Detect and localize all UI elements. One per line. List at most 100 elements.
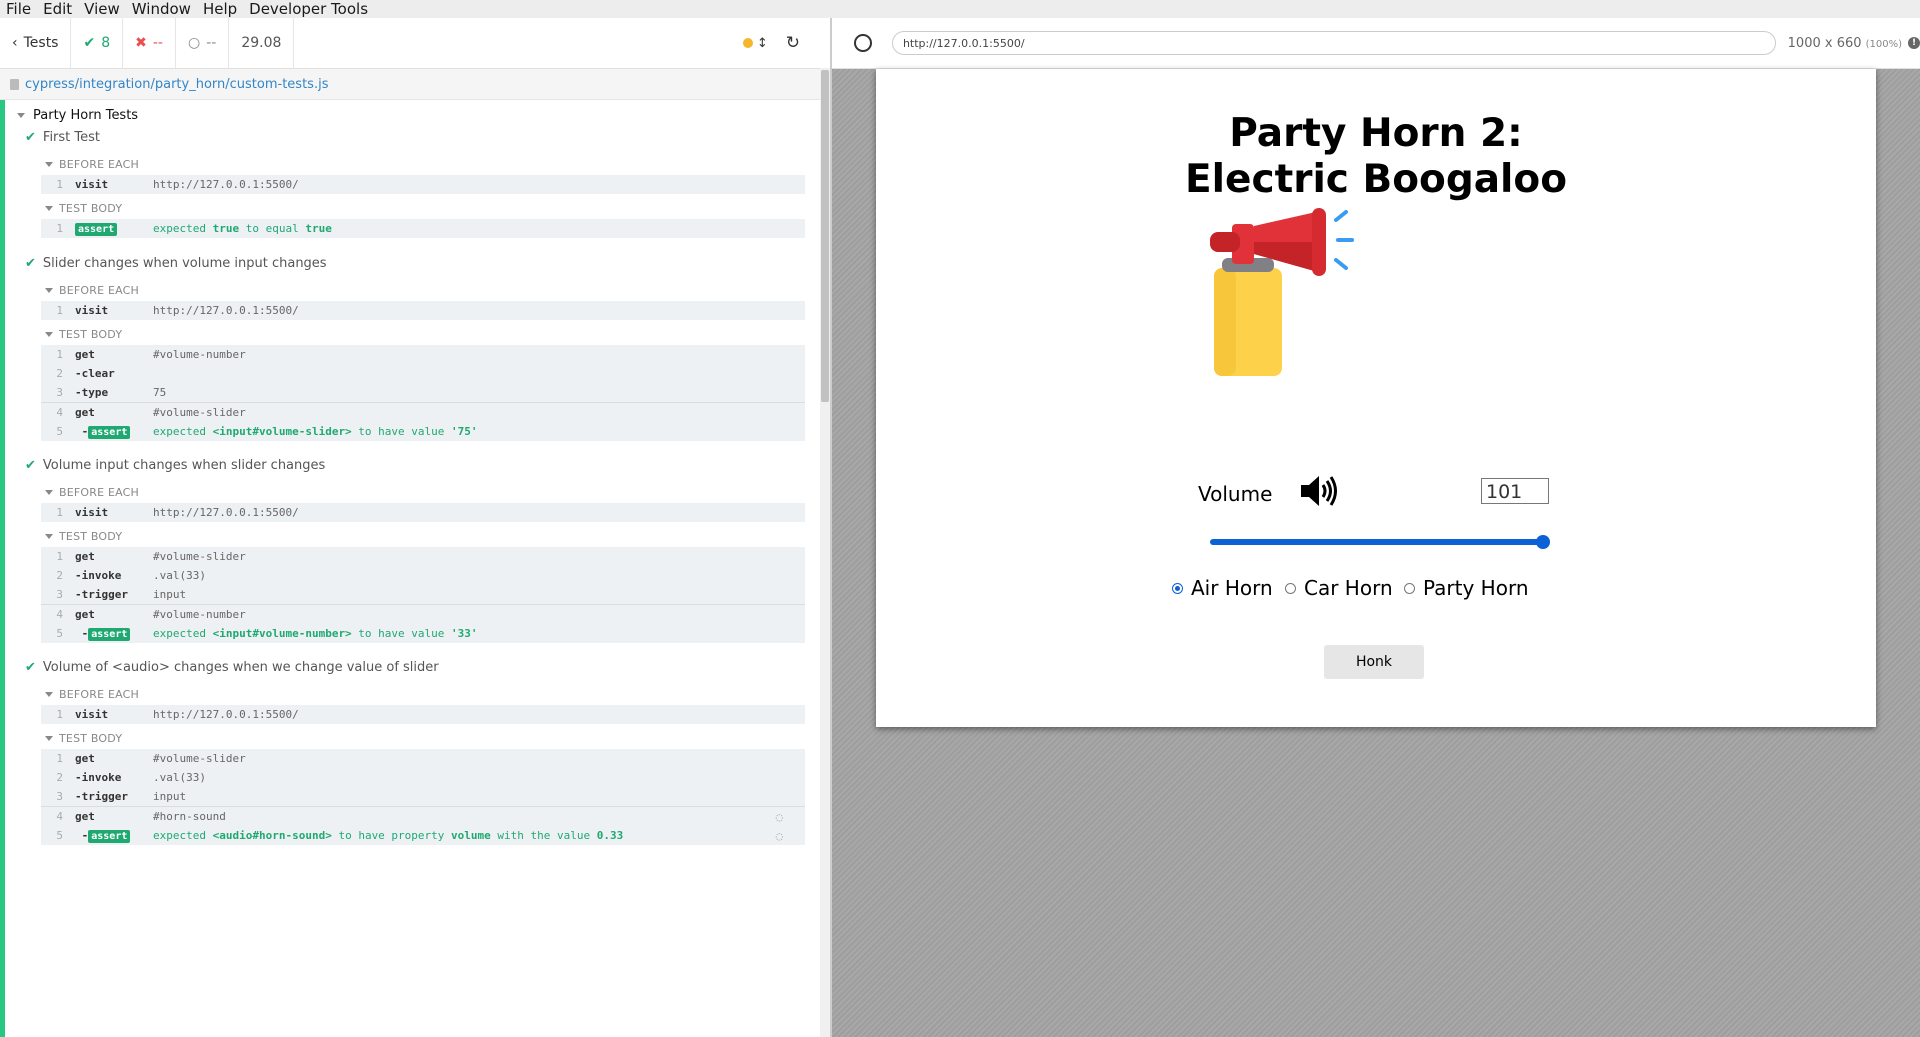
command-row[interactable]: 1 visit http://127.0.0.1:5500/ bbox=[41, 705, 805, 724]
passed-count: ✔ 8 bbox=[71, 18, 124, 68]
command-name: -trigger bbox=[75, 588, 128, 601]
command-row[interactable]: 1 assert expected true to equal true bbox=[41, 219, 805, 238]
hook-label: TEST BODY bbox=[59, 328, 123, 341]
msg-value: volume bbox=[451, 829, 491, 842]
hook-before-each[interactable]: BEFORE EACH bbox=[45, 688, 139, 701]
volume-slider-thumb[interactable] bbox=[1536, 535, 1550, 549]
hook-test-body[interactable]: TEST BODY bbox=[45, 530, 122, 543]
hook-before-each[interactable]: BEFORE EACH bbox=[45, 486, 139, 499]
command-row[interactable]: 2 -invoke .val(33) bbox=[41, 566, 805, 585]
viewport-dimensions: 1000 x 660 bbox=[1787, 35, 1862, 51]
duration-value: 29.08 bbox=[241, 35, 282, 51]
radio-air-horn[interactable]: Air Horn bbox=[1172, 576, 1273, 600]
spec-file-link[interactable]: cypress/integration/party_horn/custom-te… bbox=[25, 77, 328, 92]
radio-button[interactable] bbox=[1404, 582, 1415, 594]
menu-edit[interactable]: Edit bbox=[37, 0, 78, 18]
passed-value: 8 bbox=[101, 35, 111, 51]
file-icon bbox=[10, 78, 19, 90]
msg-value: true bbox=[305, 222, 332, 235]
command-row[interactable]: 3 -type 75 bbox=[41, 383, 805, 402]
scrollbar-thumb[interactable] bbox=[821, 70, 829, 402]
command-row[interactable]: 1 visit http://127.0.0.1:5500/ bbox=[41, 175, 805, 194]
selector-playground-icon[interactable] bbox=[854, 34, 872, 52]
command-message: http://127.0.0.1:5500/ bbox=[153, 708, 299, 721]
command-row[interactable]: 2 -clear bbox=[41, 364, 805, 383]
check-icon: ✔ bbox=[25, 458, 36, 473]
command-message: expected true to equal true bbox=[153, 222, 332, 235]
radio-button[interactable] bbox=[1285, 582, 1296, 594]
info-icon[interactable]: ! bbox=[1908, 37, 1920, 49]
reporter-panel: ‹ Tests ✔ 8 ✖ -- ○ -- 29.08 ↕ ↻ cypress/… bbox=[0, 18, 820, 1037]
reload-icon[interactable]: ↻ bbox=[786, 33, 800, 53]
test-title[interactable]: ✔ First Test bbox=[25, 130, 100, 145]
spec-file-bar: cypress/integration/party_horn/custom-te… bbox=[0, 69, 820, 100]
command-message: expected <input#volume-number> to have v… bbox=[153, 627, 478, 640]
assert-badge: assert bbox=[75, 222, 118, 236]
suite-title[interactable]: Party Horn Tests bbox=[17, 108, 138, 123]
menu-window[interactable]: Window bbox=[126, 0, 197, 18]
test-title[interactable]: ✔ Volume of <audio> changes when we chan… bbox=[25, 660, 439, 675]
radio-button[interactable] bbox=[1172, 582, 1183, 594]
page-title: Party Horn 2: Electric Boogaloo bbox=[876, 111, 1876, 203]
autoscroll-toggle[interactable]: ↕ bbox=[742, 36, 768, 51]
msg-part: to have value bbox=[351, 627, 452, 640]
url-input[interactable]: http://127.0.0.1:5500/ bbox=[891, 31, 1776, 55]
command-name: assert bbox=[75, 222, 153, 236]
duration: 29.08 bbox=[229, 18, 295, 68]
tests-back-button[interactable]: ‹ Tests bbox=[0, 18, 72, 68]
command-row[interactable]: 1 visit http://127.0.0.1:5500/ bbox=[41, 301, 805, 320]
hook-before-each[interactable]: BEFORE EACH bbox=[45, 284, 139, 297]
command-row[interactable]: 4 get #volume-slider bbox=[41, 403, 805, 422]
hook-test-body[interactable]: TEST BODY bbox=[45, 732, 122, 745]
msg-part: with the value bbox=[490, 829, 597, 842]
hook-test-body[interactable]: TEST BODY bbox=[45, 202, 122, 215]
hook-test-body[interactable]: TEST BODY bbox=[45, 328, 122, 341]
radio-party-horn[interactable]: Party Horn bbox=[1404, 576, 1529, 600]
msg-value: <audio#horn-sound> bbox=[212, 829, 332, 842]
volume-slider-track[interactable] bbox=[1210, 539, 1540, 545]
command-number: 1 bbox=[56, 708, 63, 721]
command-message: 75 bbox=[153, 386, 167, 399]
command-row[interactable]: 3 -trigger input bbox=[41, 787, 805, 806]
hook-label: BEFORE EACH bbox=[59, 486, 140, 499]
pending-value: -- bbox=[206, 35, 217, 51]
air-horn-image bbox=[1210, 208, 1354, 376]
command-name: -type bbox=[75, 386, 109, 399]
command-name: -invoke bbox=[75, 771, 122, 784]
command-row[interactable]: 5 - assert expected <input#volume-number>… bbox=[41, 624, 805, 643]
command-row[interactable]: 5 - assert expected <audio#horn-sound> to… bbox=[41, 826, 805, 845]
volume-number-input[interactable]: 101 bbox=[1481, 478, 1549, 504]
command-number: 3 bbox=[56, 790, 63, 803]
msg-part: expected bbox=[153, 222, 213, 235]
x-icon: ✖ bbox=[135, 35, 147, 51]
command-row[interactable]: 2 -invoke .val(33) bbox=[41, 768, 805, 787]
command-row[interactable]: 4 get #volume-number bbox=[41, 605, 805, 624]
circle-icon: ○ bbox=[187, 35, 201, 51]
menu-developer-tools[interactable]: Developer Tools bbox=[243, 0, 374, 18]
command-row[interactable]: 1 get #volume-number bbox=[41, 345, 805, 364]
command-name: -trigger bbox=[75, 790, 128, 803]
command-number: 1 bbox=[56, 506, 63, 519]
menu-file[interactable]: File bbox=[0, 0, 37, 18]
eye-slash-icon: ◌ bbox=[775, 809, 783, 824]
menu-help[interactable]: Help bbox=[197, 0, 243, 18]
menu-view[interactable]: View bbox=[78, 0, 126, 18]
command-row[interactable]: 3 -trigger input bbox=[41, 585, 805, 604]
title-line-1: Party Horn 2: bbox=[1229, 111, 1523, 156]
command-row[interactable]: 1 visit http://127.0.0.1:5500/ bbox=[41, 503, 805, 522]
command-row[interactable]: 1 get #volume-slider bbox=[41, 749, 805, 768]
hook-before-each[interactable]: BEFORE EACH bbox=[45, 158, 139, 171]
command-message: expected <input#volume-slider> to have v… bbox=[153, 425, 478, 438]
app-preview-pane: http://127.0.0.1:5500/ 1000 x 660 (100%)… bbox=[832, 18, 1920, 1037]
honk-button[interactable]: Honk bbox=[1324, 645, 1424, 679]
command-row[interactable]: 4 get #horn-sound ◌ bbox=[41, 807, 805, 826]
test-title[interactable]: ✔ Slider changes when volume input chang… bbox=[25, 256, 327, 271]
status-dot-icon bbox=[742, 38, 753, 48]
test-title[interactable]: ✔ Volume input changes when slider chang… bbox=[25, 458, 325, 473]
command-row[interactable]: 5 - assert expected <input#volume-slider>… bbox=[41, 422, 805, 441]
pending-count: ○ -- bbox=[176, 18, 230, 68]
command-message: http://127.0.0.1:5500/ bbox=[153, 506, 299, 519]
check-icon: ✔ bbox=[25, 256, 36, 271]
command-row[interactable]: 1 get #volume-slider bbox=[41, 547, 805, 566]
radio-car-horn[interactable]: Car Horn bbox=[1285, 576, 1393, 600]
